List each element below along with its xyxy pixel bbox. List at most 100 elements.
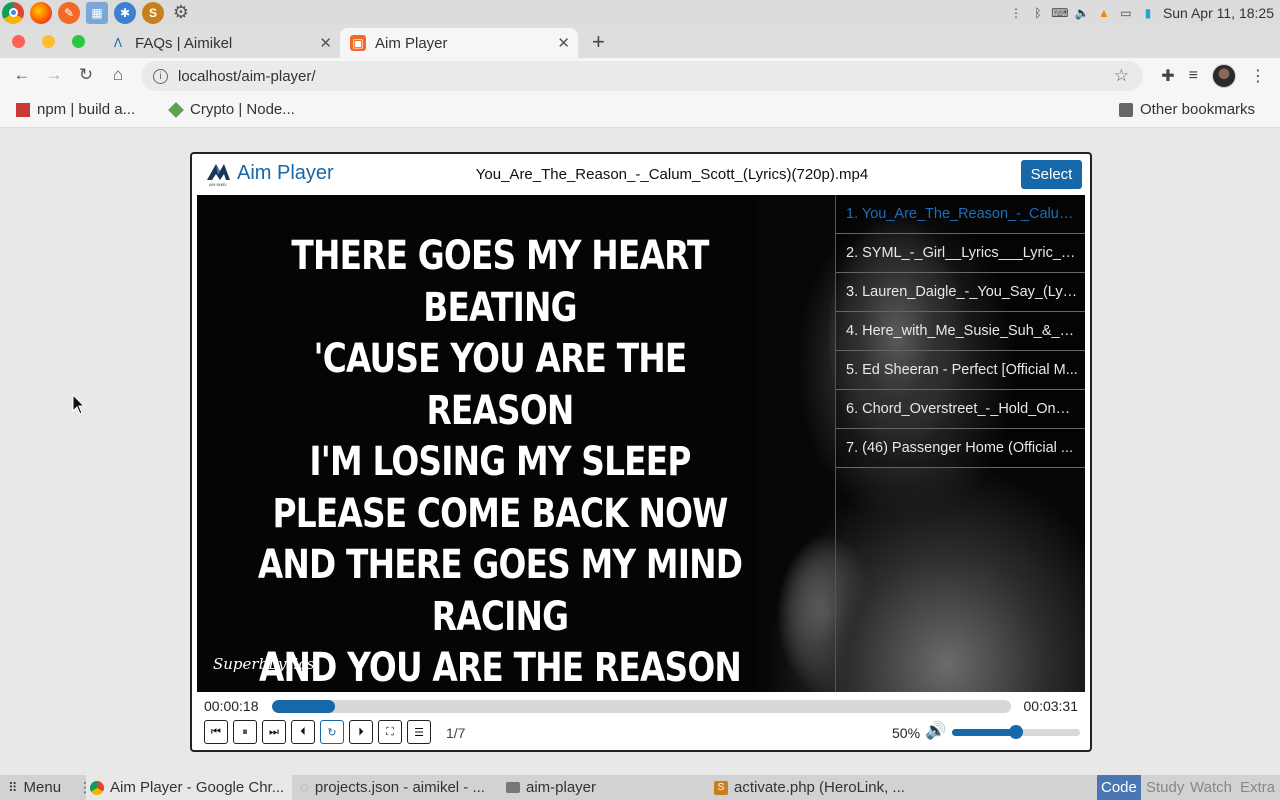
reload-icon[interactable]: ↻ [75, 65, 97, 85]
taskbar-item-sublime[interactable]: S activate.php (HeroLink, ... [714, 775, 905, 800]
keyboard-icon[interactable]: ⌨ [1051, 6, 1068, 20]
firefox-app-icon[interactable] [30, 1, 52, 24]
lyrics-overlay: THERE GOES MY HEART BEATING 'CAUSE YOU AR… [252, 231, 749, 692]
compass-app-icon[interactable]: ✎ [58, 1, 80, 24]
close-tab-icon[interactable]: ✕ [319, 34, 332, 52]
repeat-button[interactable]: ↻ [320, 720, 344, 744]
progress-fill [272, 700, 335, 713]
grid-icon: ⠿ [8, 779, 18, 795]
aim-player: AIM MIKEL Aim Player You_Are_The_Reason_… [190, 152, 1092, 752]
mouse-cursor-icon [72, 394, 86, 415]
taskbar-item-folder[interactable]: aim-player [506, 775, 596, 800]
aim-player-favicon-icon: ▣ [350, 35, 366, 51]
chrome-app-icon[interactable] [2, 1, 24, 24]
track-counter: 1/7 [446, 725, 466, 741]
sublime-app-icon[interactable]: S [142, 1, 164, 24]
workspace-extra[interactable]: Extra [1236, 775, 1279, 800]
playlist-item-label: 5. Ed Sheeran - Perfect [Official M... [846, 362, 1078, 378]
playlist-item-label: 7. (46) Passenger Home (Official ... [846, 440, 1073, 456]
watermark-signature: SuperbLyrics [213, 655, 315, 673]
minimize-window-button[interactable] [42, 35, 55, 48]
forward-arrow-icon[interactable]: → [43, 65, 65, 85]
now-playing-title: You_Are_The_Reason_-_Calum_Scott_(Lyrics… [475, 166, 869, 183]
aim-logo-icon: AIM MIKEL [207, 164, 230, 187]
video-area[interactable]: THERE GOES MY HEART BEATING 'CAUSE YOU AR… [197, 195, 1085, 692]
playlist-item[interactable]: 5. Ed Sheeran - Perfect [Official M... [836, 351, 1085, 390]
home-icon[interactable]: ⌂ [107, 65, 129, 85]
playlist-toggle-button[interactable]: ☰ [407, 720, 431, 744]
lyric-line: AND THERE GOES MY MIND RACING [257, 542, 743, 640]
vlc-icon[interactable]: ▲ [1097, 6, 1111, 20]
media-queue-icon[interactable]: ≡ [1189, 67, 1198, 85]
address-bar[interactable]: i localhost/aim-player/ ☆ [141, 61, 1143, 91]
bluetooth-icon[interactable]: ᛒ [1031, 6, 1045, 20]
volume-slider[interactable] [952, 725, 1080, 739]
site-info-icon[interactable]: i [153, 68, 168, 84]
new-tab-icon[interactable]: + [592, 29, 605, 55]
playlist-item[interactable]: 3. Lauren_Daigle_-_You_Say_(Lyri... [836, 273, 1085, 312]
close-tab-icon[interactable]: ✕ [557, 34, 570, 52]
screen-icon[interactable]: ▭ [1119, 6, 1133, 20]
current-time: 00:00:18 [204, 698, 259, 714]
rewind-button[interactable]: ⏮ [204, 720, 228, 744]
player-brand: Aim Player [237, 162, 334, 184]
volume-fill [952, 729, 1016, 736]
pause-button[interactable]: ⏸ [233, 720, 257, 744]
playlist-item[interactable]: 1. You_Are_The_Reason_-_Calum... [836, 195, 1085, 234]
back-arrow-icon[interactable]: ← [11, 65, 33, 85]
tab-aim-player[interactable]: ▣ Aim Player ✕ [340, 28, 578, 58]
network-app-icon[interactable]: ✱ [114, 1, 136, 24]
url-text: localhost/aim-player/ [178, 67, 316, 85]
overflow-menu-icon[interactable]: ⋮ [1009, 6, 1023, 20]
speaker-icon[interactable]: 🔈 [1074, 6, 1089, 20]
taskbar-item-projects[interactable]: ◌ projects.json - aimikel - ... [300, 775, 485, 800]
maximize-window-button[interactable] [72, 35, 85, 48]
volume-label: 50% [892, 725, 921, 741]
playlist-item[interactable]: 2. SYML_-_Girl__Lyrics___Lyric_Vi... [836, 234, 1085, 273]
progress-row: 00:00:18 00:03:31 [192, 695, 1090, 717]
taskbar-item-chrome[interactable]: Aim Player - Google Chr... [86, 775, 292, 800]
workspace-code[interactable]: Code [1097, 775, 1141, 800]
bookmark-star-icon[interactable]: ☆ [1114, 66, 1129, 86]
bookmark-other[interactable]: Other bookmarks [1119, 101, 1255, 118]
previous-track-button[interactable]: ⏴ [291, 720, 315, 744]
menu-button[interactable]: ⠿ Menu [8, 775, 61, 800]
profile-avatar[interactable] [1212, 64, 1236, 88]
virtualbox-app-icon[interactable]: ▦ [86, 1, 108, 24]
select-button[interactable]: Select [1021, 160, 1082, 189]
lyric-line: PLEASE COME BACK NOW [272, 490, 728, 537]
browser-toolbar: ← → ↻ ⌂ i localhost/aim-player/ ☆ ✚ ≡ ⋮ [0, 58, 1280, 94]
browser-menu-icon[interactable]: ⋮ [1250, 66, 1266, 86]
next-track-button[interactable]: ⏵ [349, 720, 373, 744]
playlist-item-label: 1. You_Are_The_Reason_-_Calum... [846, 206, 1078, 222]
extensions-puzzle-icon[interactable]: ✚ [1161, 66, 1174, 86]
bookmark-crypto[interactable]: Crypto | Node... [168, 101, 295, 118]
fast-forward-button[interactable]: ⏭ [262, 720, 286, 744]
settings-gear-icon[interactable]: ⚙ [170, 2, 192, 24]
folder-icon [1119, 102, 1133, 117]
browser-tab-strip: ᐱ FAQs | Aimikel ✕ ▣ Aim Player ✕ + [0, 25, 1280, 58]
folder-icon [506, 782, 520, 793]
volume-icon[interactable]: 🔊 [925, 721, 946, 741]
workspace-watch[interactable]: Watch [1186, 775, 1236, 800]
battery-icon[interactable]: ▮ [1141, 6, 1155, 20]
bookmark-npm[interactable]: npm | build a... [16, 101, 135, 118]
playlist-item[interactable]: 6. Chord_Overstreet_-_Hold_On_(... [836, 390, 1085, 429]
tab-label: FAQs | Aimikel [135, 34, 233, 52]
tab-faqs[interactable]: ᐱ FAQs | Aimikel ✕ [100, 28, 340, 58]
playlist-item[interactable]: 4. Here_with_Me_Susie_Suh_&_R... [836, 312, 1085, 351]
tab-label: Aim Player [375, 34, 448, 52]
playlist-item[interactable]: 7. (46) Passenger Home (Official ... [836, 429, 1085, 468]
chrome-icon [90, 780, 104, 795]
bookmarks-bar: npm | build a... Crypto | Node... Other … [0, 94, 1280, 128]
close-window-button[interactable] [12, 35, 25, 48]
clock[interactable]: Sun Apr 11, 18:25 [1163, 5, 1274, 21]
workspace-study[interactable]: Study [1142, 775, 1188, 800]
progress-bar[interactable] [272, 700, 1011, 713]
logo-text: AIM MIKEL [209, 183, 227, 187]
volume-knob[interactable] [1009, 725, 1023, 739]
playlist-item-label: 6. Chord_Overstreet_-_Hold_On_(... [846, 401, 1078, 417]
fullscreen-button[interactable]: ⛶ [378, 720, 402, 744]
taskbar: ⠿ Menu ⋮ Aim Player - Google Chr... ◌ pr… [0, 775, 1280, 800]
lyric-line: THERE GOES MY HEART BEATING [291, 233, 709, 331]
